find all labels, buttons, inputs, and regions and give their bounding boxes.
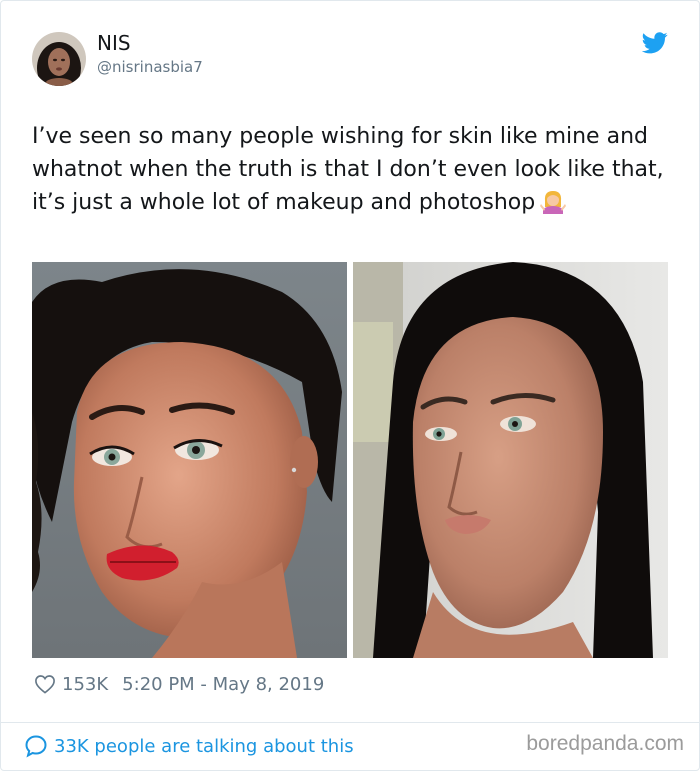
photo-no-makeup[interactable] [353,262,668,658]
heart-icon[interactable] [34,674,56,694]
tweet-meta: 153K 5:20 PM - May 8, 2019 [34,670,324,698]
watermark: boredpanda.com [526,732,684,755]
photo-makeup[interactable] [32,262,347,658]
tweet-timestamp[interactable]: 5:20 PM - May 8, 2019 [122,674,324,695]
author-name[interactable]: NIS [97,31,131,55]
tweet-text: I’ve seen so many people wishing for ski… [32,120,672,225]
speech-bubble-icon [24,734,48,758]
conversation-link[interactable]: 33K people are talking about this [24,733,354,759]
tweet-body: I’ve seen so many people wishing for ski… [32,124,664,215]
author-handle[interactable]: @nisrinasbia7 [97,58,203,76]
talking-count[interactable]: 33K people are talking about this [54,736,354,757]
like-count[interactable]: 153K [62,674,108,695]
avatar[interactable] [32,32,86,86]
divider [0,722,700,723]
person-shrugging-emoji-icon [539,187,567,225]
twitter-bird-icon[interactable] [641,32,668,54]
